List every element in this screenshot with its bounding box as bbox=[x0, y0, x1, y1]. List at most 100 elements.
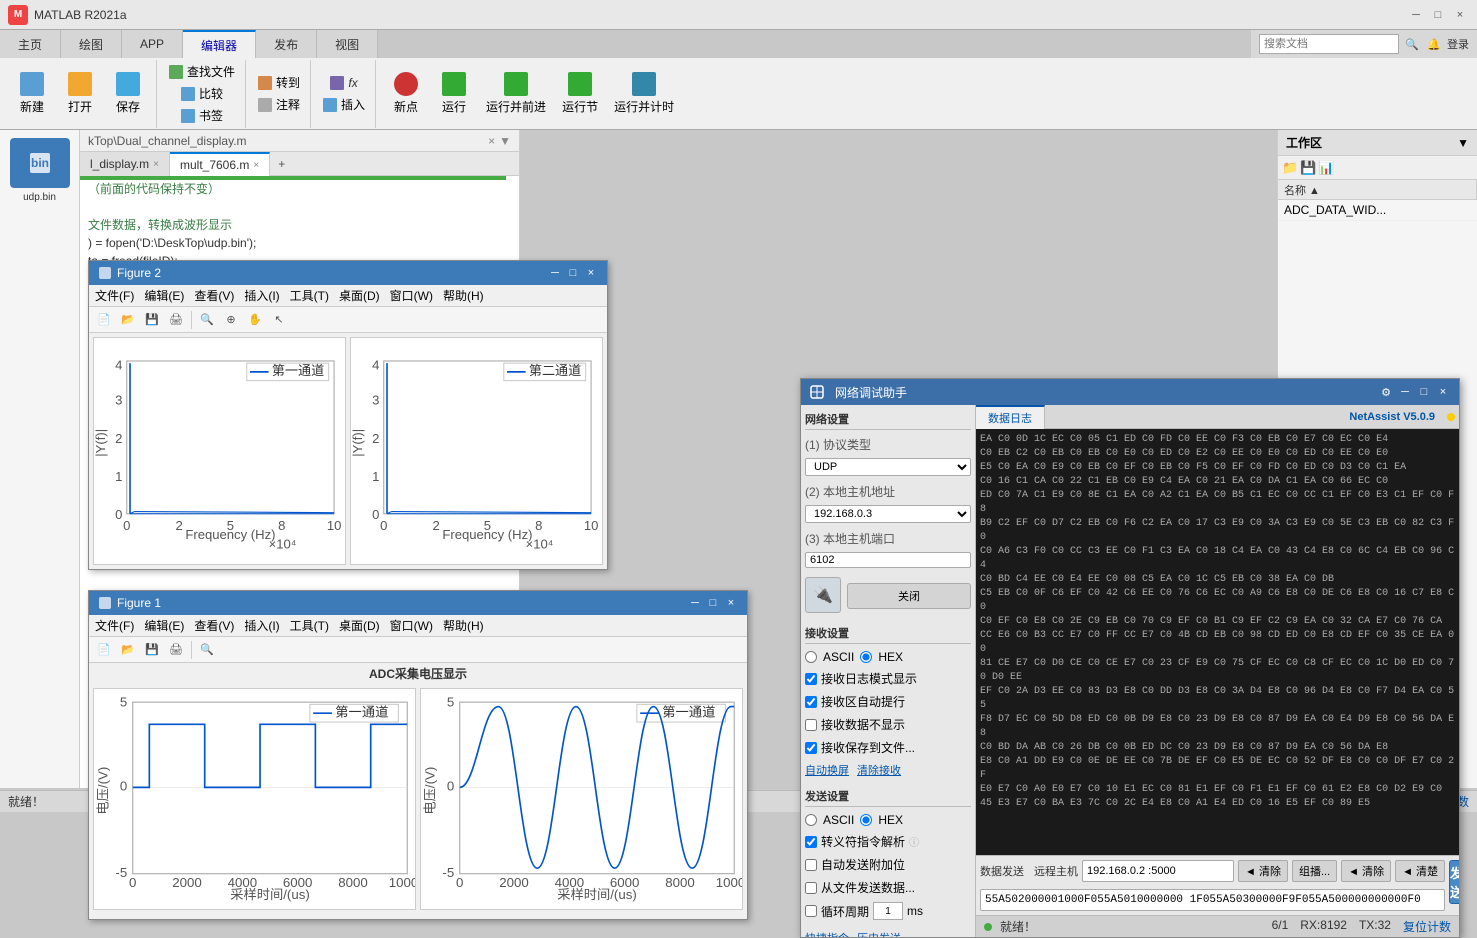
ribbon-new-btn[interactable]: 新建 bbox=[10, 69, 54, 118]
na-recv-save-checkbox[interactable] bbox=[805, 742, 817, 754]
ribbon-compare-btn[interactable]: 比较 bbox=[177, 84, 227, 104]
fig2-print-btn[interactable]: 🖨 bbox=[165, 309, 187, 331]
na-send-hex-radio[interactable] bbox=[860, 814, 872, 826]
na-recv-log-checkbox[interactable] bbox=[805, 673, 817, 685]
na-clear-log-btn[interactable]: ◄ 清除 bbox=[1238, 860, 1288, 882]
na-history-link[interactable]: 历史发送 bbox=[857, 930, 901, 937]
fig2-cursor-btn[interactable]: ↖ bbox=[268, 309, 290, 331]
editor-path-close-btn[interactable]: × bbox=[488, 134, 495, 148]
fig2-menu-tools[interactable]: 工具(T) bbox=[290, 287, 329, 304]
na-recv-nodisplay-checkbox[interactable] bbox=[805, 719, 817, 731]
fig1-menu-tools[interactable]: 工具(T) bbox=[290, 617, 329, 634]
na-send-loop-input[interactable] bbox=[873, 902, 903, 920]
tab-publish[interactable]: 发布 bbox=[256, 30, 317, 58]
na-host-ip-select[interactable]: 192.168.0.3 bbox=[805, 505, 971, 523]
udp-bin-icon[interactable]: bin bbox=[10, 138, 70, 188]
na-count-label[interactable]: 复位计数 bbox=[1403, 918, 1451, 935]
fig1-new-btn[interactable]: 📄 bbox=[93, 639, 115, 661]
ribbon-open-btn[interactable]: 打开 bbox=[58, 69, 102, 118]
editor-tab-add-btn[interactable]: + bbox=[270, 152, 293, 176]
fig2-menu-insert[interactable]: 插入(I) bbox=[244, 287, 279, 304]
fig2-open-btn[interactable]: 📂 bbox=[117, 309, 139, 331]
tab-view[interactable]: 视图 bbox=[317, 30, 378, 58]
na-shortcuts-link[interactable]: 快捷指令 bbox=[805, 930, 849, 937]
fig2-new-btn[interactable]: 📄 bbox=[93, 309, 115, 331]
workspace-item-1[interactable]: ADC_DATA_WID... bbox=[1278, 200, 1477, 221]
tab-editor[interactable]: 编辑器 bbox=[183, 30, 256, 58]
fig1-print-btn[interactable]: 🖨 bbox=[165, 639, 187, 661]
ribbon-run-btn[interactable]: 运行 bbox=[432, 69, 476, 118]
na-send-fromfile-checkbox[interactable] bbox=[805, 882, 817, 894]
fig2-pan-btn[interactable]: ✋ bbox=[244, 309, 266, 331]
fig2-menu-desktop[interactable]: 桌面(D) bbox=[339, 287, 380, 304]
na-recv-ascii-radio[interactable] bbox=[805, 651, 817, 663]
na-recv-hex-radio[interactable] bbox=[860, 651, 872, 663]
tab-plot[interactable]: 绘图 bbox=[61, 30, 122, 58]
ribbon-fx-btn[interactable]: fx bbox=[326, 73, 361, 93]
fig2-menu-view[interactable]: 查看(V) bbox=[194, 287, 234, 304]
na-recv-autoscroll-checkbox[interactable] bbox=[805, 696, 817, 708]
fig1-menu-edit[interactable]: 编辑(E) bbox=[144, 617, 184, 634]
editor-tab-2-close[interactable]: × bbox=[253, 160, 259, 171]
na-send-autopos-checkbox[interactable] bbox=[805, 859, 817, 871]
fig1-menu-window[interactable]: 窗口(W) bbox=[390, 617, 433, 634]
figure2-maximize-btn[interactable]: □ bbox=[565, 265, 581, 281]
na-protocol-select[interactable]: UDP bbox=[805, 458, 971, 476]
na-clear-all-btn[interactable]: ◄ 清楚 bbox=[1395, 860, 1445, 882]
figure2-close-btn[interactable]: × bbox=[583, 265, 599, 281]
ribbon-save-btn[interactable]: 保存 bbox=[106, 69, 150, 118]
ws-toolbar-btn-3[interactable]: 📊 bbox=[1318, 160, 1334, 176]
ribbon-find-btn[interactable]: 查找文件 bbox=[165, 62, 239, 82]
na-connect-icon-btn[interactable]: 🔌 bbox=[805, 577, 841, 613]
na-data-log-tab[interactable]: 数据日志 bbox=[976, 405, 1045, 429]
matlab-close-btn[interactable]: × bbox=[1451, 6, 1469, 24]
fig1-menu-file[interactable]: 文件(F) bbox=[95, 617, 134, 634]
fig1-open-btn[interactable]: 📂 bbox=[117, 639, 139, 661]
ribbon-run-advance-btn[interactable]: 运行并前进 bbox=[480, 69, 552, 118]
na-host-port-input[interactable] bbox=[805, 552, 971, 568]
figure1-minimize-btn[interactable]: ─ bbox=[687, 595, 703, 611]
na-send-data-input[interactable] bbox=[980, 889, 1445, 911]
fig1-menu-view[interactable]: 查看(V) bbox=[194, 617, 234, 634]
ribbon-goto-btn[interactable]: 转到 bbox=[254, 73, 304, 93]
ws-toolbar-btn-1[interactable]: 📁 bbox=[1282, 160, 1298, 176]
netassist-data-content[interactable]: EA C0 0D 1C EC C0 05 C1 ED C0 FD C0 EE C… bbox=[976, 429, 1459, 855]
na-send-escape-help[interactable]: ⓘ bbox=[909, 834, 919, 849]
matlab-minimize-btn[interactable]: ─ bbox=[1407, 6, 1425, 24]
fig1-menu-desktop[interactable]: 桌面(D) bbox=[339, 617, 380, 634]
fig1-menu-help[interactable]: 帮助(H) bbox=[443, 617, 484, 634]
na-clear-send-btn[interactable]: ◄ 清除 bbox=[1341, 860, 1391, 882]
fig2-menu-edit[interactable]: 编辑(E) bbox=[144, 287, 184, 304]
fig2-zoom-in-btn[interactable]: 🔍 bbox=[196, 309, 218, 331]
matlab-bell-icon[interactable]: 🔔 bbox=[1425, 35, 1443, 53]
matlab-maximize-btn[interactable]: □ bbox=[1429, 6, 1447, 24]
fig2-menu-window[interactable]: 窗口(W) bbox=[390, 287, 433, 304]
editor-tab-1-close[interactable]: × bbox=[153, 159, 159, 170]
matlab-search-input[interactable] bbox=[1259, 34, 1399, 54]
editor-tab-1[interactable]: l_display.m × bbox=[80, 152, 170, 176]
matlab-search-icon[interactable]: 🔍 bbox=[1403, 35, 1421, 53]
ribbon-run-section-btn[interactable]: 运行节 bbox=[556, 69, 604, 118]
na-send-loop-checkbox[interactable] bbox=[805, 905, 817, 917]
fig2-menu-file[interactable]: 文件(F) bbox=[95, 287, 134, 304]
na-group-btn[interactable]: 组播... bbox=[1292, 860, 1337, 882]
na-send-btn[interactable]: 发送 bbox=[1449, 860, 1459, 904]
ribbon-bookmark-btn[interactable]: 书签 bbox=[177, 106, 227, 126]
netassist-settings-btn[interactable]: ⚙ bbox=[1378, 384, 1394, 400]
ribbon-insert-btn[interactable]: 插入 bbox=[319, 95, 369, 115]
na-connect-btn[interactable]: 关闭 bbox=[847, 583, 971, 609]
ribbon-comment-btn[interactable]: 注释 bbox=[254, 95, 304, 115]
ws-toolbar-btn-2[interactable]: 💾 bbox=[1300, 160, 1316, 176]
ribbon-breakpoint-btn[interactable]: 新点 bbox=[384, 69, 428, 118]
na-clear-recv-link[interactable]: 清除接收 bbox=[857, 762, 901, 778]
figure1-close-btn[interactable]: × bbox=[723, 595, 739, 611]
tab-home[interactable]: 主页 bbox=[0, 30, 61, 58]
fig1-zoom-in-btn[interactable]: 🔍 bbox=[196, 639, 218, 661]
netassist-minimize-btn[interactable]: ─ bbox=[1397, 384, 1413, 400]
fig1-menu-insert[interactable]: 插入(I) bbox=[244, 617, 279, 634]
fig2-zoom-out-btn[interactable]: ⊕ bbox=[220, 309, 242, 331]
fig2-save-btn[interactable]: 💾 bbox=[141, 309, 163, 331]
na-auto-newline-link[interactable]: 自动换屏 bbox=[805, 762, 849, 778]
na-remote-host-input[interactable] bbox=[1082, 860, 1234, 882]
netassist-close-btn[interactable]: × bbox=[1435, 384, 1451, 400]
